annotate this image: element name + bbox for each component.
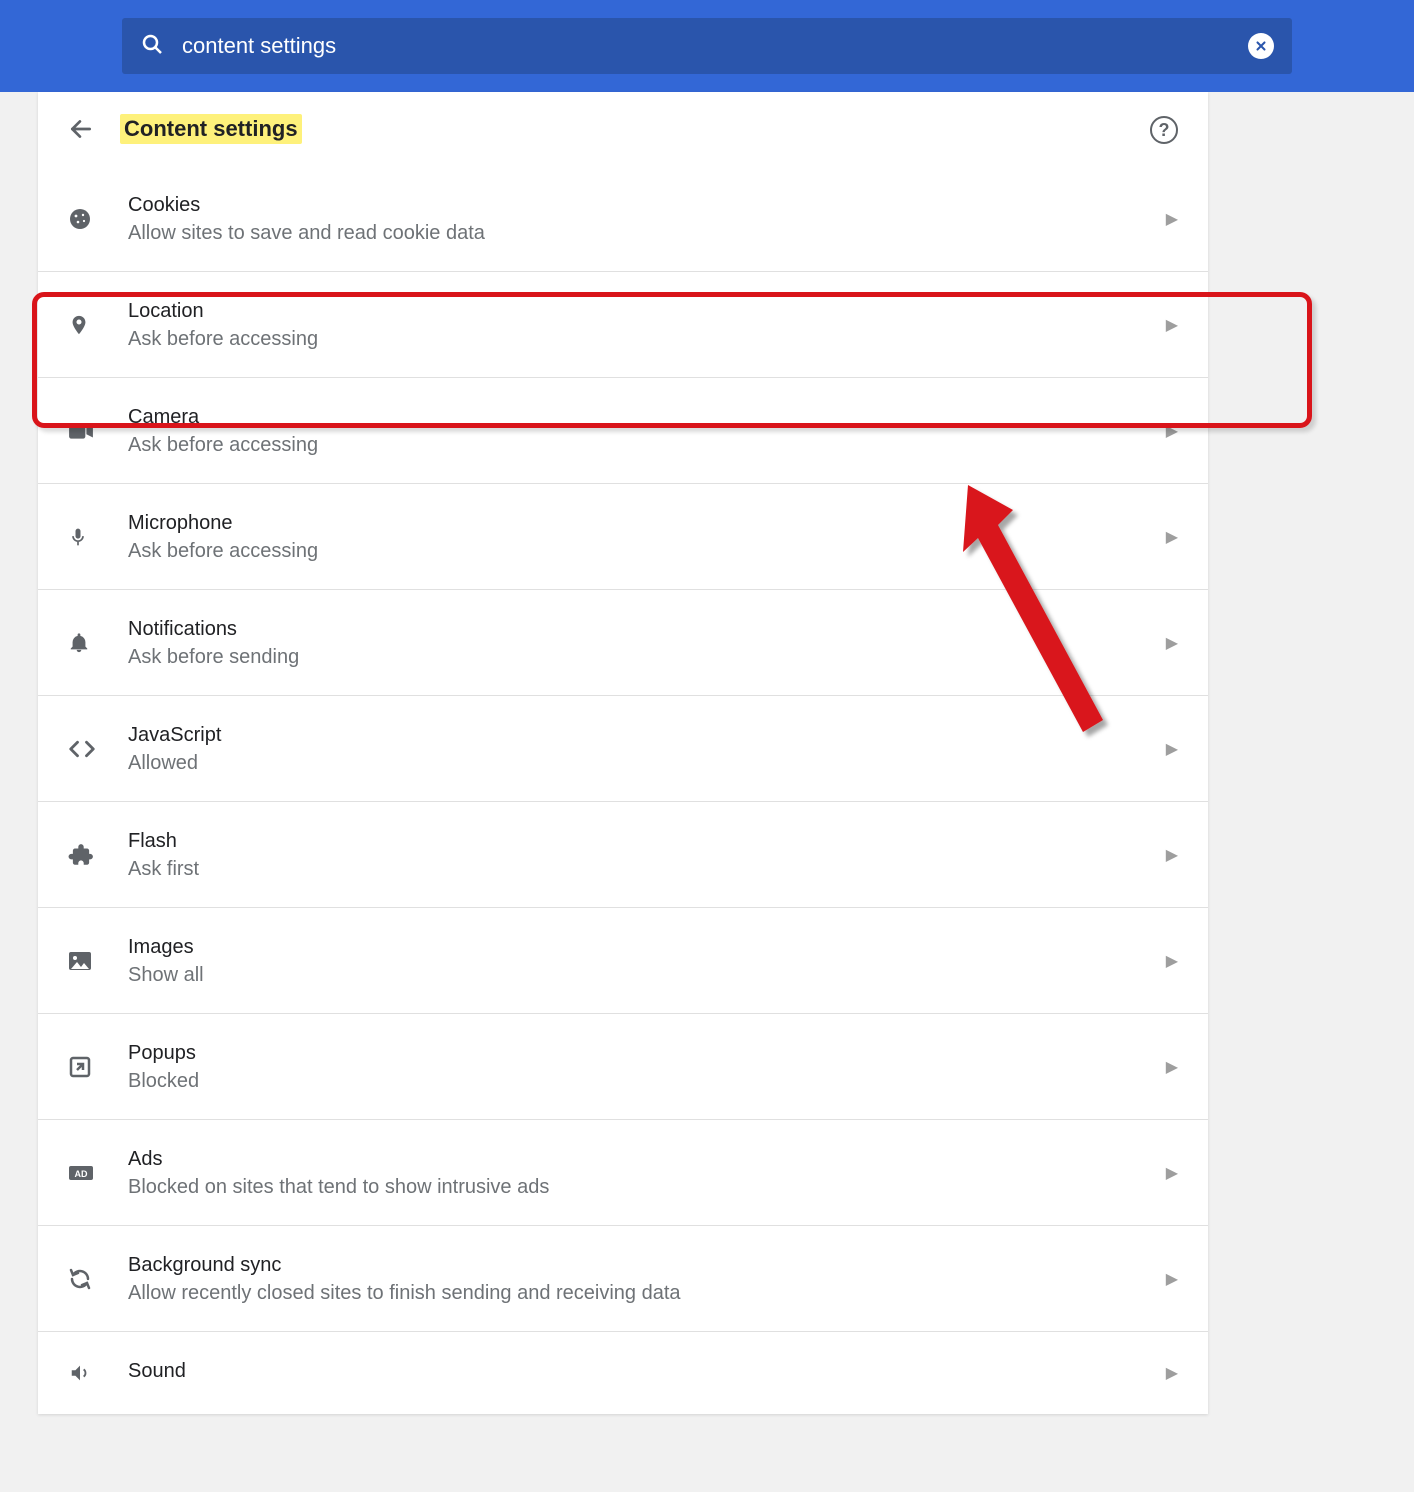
row-microphone[interactable]: Microphone Ask before accessing ▶ (38, 484, 1208, 590)
camera-icon (68, 422, 102, 440)
image-icon (68, 950, 102, 972)
clear-search-button[interactable] (1248, 33, 1274, 59)
row-title: Flash (128, 828, 1166, 854)
chevron-right-icon: ▶ (1166, 1269, 1178, 1289)
row-subtitle: Ask before accessing (128, 434, 1166, 457)
row-subtitle: Ask before sending (128, 646, 1166, 669)
sound-icon (68, 1362, 102, 1384)
row-sound[interactable]: Sound ▶ (38, 1332, 1208, 1414)
page-title: Content settings (120, 114, 302, 144)
row-camera[interactable]: Camera Ask before accessing ▶ (38, 378, 1208, 484)
row-title: Camera (128, 404, 1166, 430)
row-subtitle: Ask first (128, 858, 1166, 881)
row-title: Notifications (128, 616, 1166, 642)
row-javascript[interactable]: JavaScript Allowed ▶ (38, 696, 1208, 802)
row-title: Popups (128, 1040, 1166, 1066)
cookie-icon (68, 207, 102, 231)
page-header: Content settings ? (38, 92, 1208, 166)
chevron-right-icon: ▶ (1166, 633, 1178, 653)
row-popups[interactable]: Popups Blocked ▶ (38, 1014, 1208, 1120)
svg-text:AD: AD (75, 1169, 88, 1179)
row-notifications[interactable]: Notifications Ask before sending ▶ (38, 590, 1208, 696)
code-icon (68, 740, 102, 758)
row-ads[interactable]: AD Ads Blocked on sites that tend to sho… (38, 1120, 1208, 1226)
row-subtitle: Allowed (128, 752, 1166, 775)
row-subtitle: Ask before accessing (128, 540, 1166, 563)
puzzle-icon (68, 842, 102, 868)
row-subtitle: Blocked (128, 1070, 1166, 1093)
chevron-right-icon: ▶ (1166, 527, 1178, 547)
row-subtitle: Allow sites to save and read cookie data (128, 222, 1166, 245)
row-title: Ads (128, 1146, 1166, 1172)
help-icon[interactable]: ? (1150, 116, 1178, 144)
row-title: Microphone (128, 510, 1166, 536)
sync-icon (68, 1267, 102, 1291)
row-flash[interactable]: Flash Ask first ▶ (38, 802, 1208, 908)
row-subtitle: Ask before accessing (128, 328, 1166, 351)
ads-icon: AD (68, 1163, 102, 1183)
location-icon (68, 312, 102, 338)
chevron-right-icon: ▶ (1166, 1163, 1178, 1183)
popup-icon (68, 1055, 102, 1079)
row-subtitle: Show all (128, 964, 1166, 987)
topbar (0, 0, 1414, 92)
bell-icon (68, 631, 102, 655)
chevron-right-icon: ▶ (1166, 845, 1178, 865)
content-settings-panel: Content settings ? Cookies Allow sites t… (38, 92, 1208, 1414)
row-images[interactable]: Images Show all ▶ (38, 908, 1208, 1014)
row-title: Location (128, 298, 1166, 324)
row-subtitle: Blocked on sites that tend to show intru… (128, 1176, 1166, 1199)
row-title: Cookies (128, 192, 1166, 218)
search-icon (140, 32, 164, 61)
row-title: JavaScript (128, 722, 1166, 748)
chevron-right-icon: ▶ (1166, 315, 1178, 335)
search-box[interactable] (122, 18, 1292, 74)
chevron-right-icon: ▶ (1166, 209, 1178, 229)
microphone-icon (68, 524, 102, 550)
row-cookies[interactable]: Cookies Allow sites to save and read coo… (38, 166, 1208, 272)
row-title: Sound (128, 1358, 1166, 1384)
row-background-sync[interactable]: Background sync Allow recently closed si… (38, 1226, 1208, 1332)
row-location[interactable]: Location Ask before accessing ▶ (38, 272, 1208, 378)
chevron-right-icon: ▶ (1166, 421, 1178, 441)
search-input[interactable] (182, 33, 1248, 59)
row-title: Images (128, 934, 1166, 960)
chevron-right-icon: ▶ (1166, 1363, 1178, 1383)
row-title: Background sync (128, 1252, 1166, 1278)
chevron-right-icon: ▶ (1166, 1057, 1178, 1077)
back-arrow-icon[interactable] (68, 116, 94, 142)
chevron-right-icon: ▶ (1166, 951, 1178, 971)
chevron-right-icon: ▶ (1166, 739, 1178, 759)
row-subtitle: Allow recently closed sites to finish se… (128, 1282, 1166, 1305)
